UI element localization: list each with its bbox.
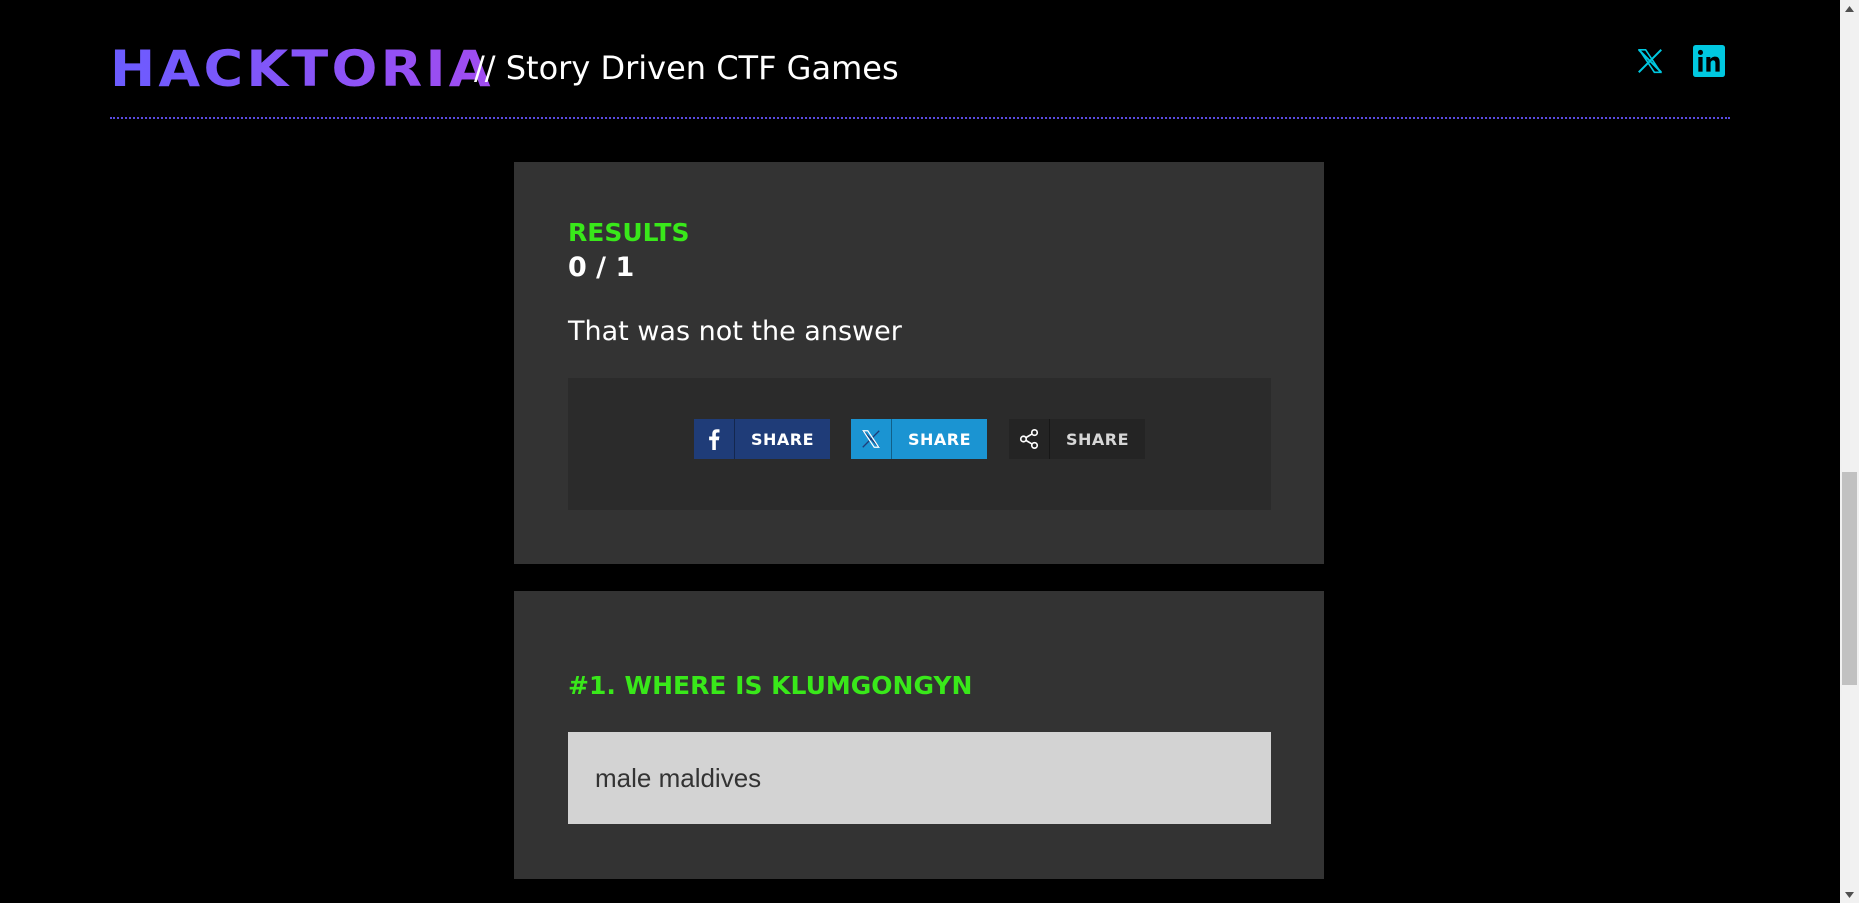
result-message: That was not the answer (568, 316, 902, 347)
x-twitter-icon (851, 419, 892, 459)
linkedin-icon (1693, 45, 1725, 81)
question-title: #1. WHERE IS KLUMGONGYN (568, 671, 973, 700)
share-icon (1009, 419, 1050, 459)
share-label: SHARE (750, 429, 815, 449)
generic-share-button[interactable]: SHARE (1009, 419, 1145, 459)
site-tagline: // Story Driven CTF Games (474, 49, 899, 87)
results-heading: RESULTS (568, 218, 690, 247)
hacktoria-logo[interactable]: HACKTORIA (110, 44, 494, 94)
x-share-button[interactable]: SHARE (851, 419, 987, 459)
page: HACKTORIA // Story Driven CTF Games RESU… (0, 0, 1859, 903)
results-card: RESULTS 0 / 1 That was not the answer SH… (514, 162, 1324, 564)
x-twitter-link[interactable] (1633, 46, 1667, 80)
question-card: #1. WHERE IS KLUMGONGYN male maldives (514, 591, 1324, 879)
share-label: SHARE (907, 429, 972, 449)
facebook-icon (694, 419, 735, 459)
facebook-share-button[interactable]: SHARE (694, 419, 830, 459)
vertical-scrollbar[interactable] (1840, 0, 1859, 903)
site-header: HACKTORIA // Story Driven CTF Games (110, 0, 1730, 119)
scroll-down-arrow[interactable] (1840, 886, 1859, 903)
score-value: 0 / 1 (568, 252, 635, 283)
scrollbar-thumb[interactable] (1842, 472, 1857, 685)
linkedin-link[interactable] (1692, 45, 1726, 81)
share-label: SHARE (1065, 429, 1130, 449)
answer-display: male maldives (568, 732, 1271, 824)
scroll-up-arrow[interactable] (1840, 0, 1859, 17)
x-twitter-icon (1635, 46, 1665, 80)
share-panel: SHARE SHARE SHARE (568, 378, 1271, 510)
